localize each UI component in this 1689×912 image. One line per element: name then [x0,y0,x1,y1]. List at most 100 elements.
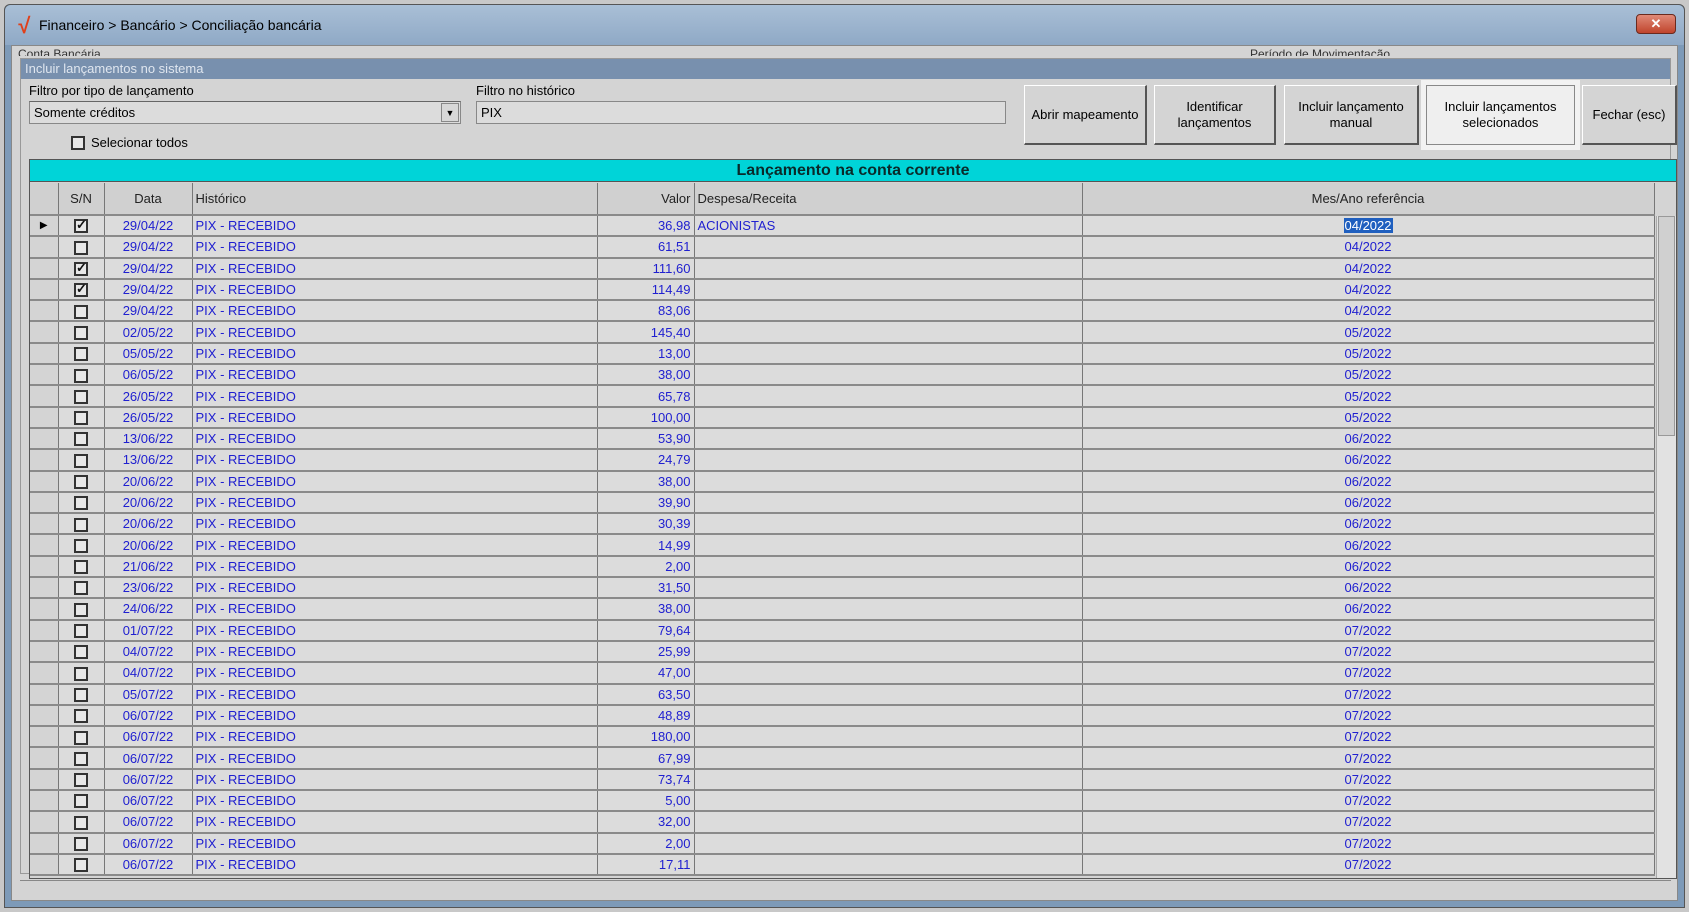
cell-mes-ano[interactable]: 07/2022 [1082,811,1655,834]
row-select-cell[interactable] [58,215,105,238]
cell-mes-ano[interactable]: 06/2022 [1082,427,1655,451]
identify-entries-button[interactable]: Identificar lançamentos [1154,85,1276,145]
cell-despesa-receita[interactable] [694,747,1083,770]
open-mapping-button[interactable]: Abrir mapeamento [1024,85,1147,145]
row-checkbox[interactable] [74,453,88,468]
cell-data[interactable]: 21/06/22 [104,555,193,579]
cell-historico[interactable]: PIX - RECEBIDO [192,683,598,706]
cell-data[interactable]: 29/04/22 [104,215,193,238]
row-checkbox[interactable] [74,794,88,809]
cell-historico[interactable]: PIX - RECEBIDO [192,534,598,557]
cell-historico[interactable]: PIX - RECEBIDO [192,406,598,429]
cell-data[interactable]: 06/07/22 [104,704,193,728]
cell-despesa-receita[interactable] [694,257,1083,280]
cell-mes-ano[interactable]: 06/2022 [1082,491,1655,515]
row-indicator[interactable] [30,853,59,877]
row-indicator[interactable] [30,704,59,728]
row-select-cell[interactable] [58,726,105,749]
cell-mes-ano[interactable]: 07/2022 [1082,683,1655,706]
cell-mes-ano[interactable]: 04/2022 [1082,278,1655,302]
table-row[interactable]: 29/04/22 PIX - RECEBIDO 111,60 04/2022 [30,257,1655,280]
include-selected-entries-button[interactable]: Incluir lançamentos selecionados [1421,80,1580,150]
cell-historico[interactable]: PIX - RECEBIDO [192,640,598,664]
row-checkbox[interactable] [74,709,88,724]
cell-valor[interactable]: 13,00 [597,342,695,366]
cell-valor[interactable]: 30,39 [597,513,695,536]
row-select-cell[interactable] [58,747,105,770]
cell-mes-ano[interactable]: 07/2022 [1082,790,1655,813]
table-row[interactable]: 06/07/22 PIX - RECEBIDO 180,00 07/2022 [30,726,1655,749]
row-checkbox[interactable] [74,624,88,639]
cell-historico[interactable]: PIX - RECEBIDO [192,704,598,728]
row-indicator[interactable] [30,278,59,302]
cell-valor[interactable]: 38,00 [597,470,695,493]
cell-historico[interactable]: PIX - RECEBIDO [192,321,598,344]
row-checkbox[interactable] [74,666,88,681]
row-checkbox[interactable] [74,730,88,745]
table-row[interactable]: 06/07/22 PIX - RECEBIDO 73,74 07/2022 [30,768,1655,792]
table-row[interactable]: 02/05/22 PIX - RECEBIDO 145,40 05/2022 [30,321,1655,344]
cell-valor[interactable]: 145,40 [597,321,695,344]
row-select-cell[interactable] [58,300,105,323]
cell-valor[interactable]: 2,00 [597,832,695,855]
row-indicator[interactable] [30,726,59,749]
row-indicator[interactable]: ▶ [30,215,59,238]
cell-mes-ano[interactable]: 07/2022 [1082,662,1655,685]
cell-despesa-receita[interactable] [694,491,1083,515]
cell-despesa-receita[interactable] [694,683,1083,706]
row-select-cell[interactable] [58,321,105,344]
row-checkbox[interactable] [74,347,88,362]
table-row[interactable]: 06/05/22 PIX - RECEBIDO 38,00 05/2022 [30,364,1655,387]
cell-mes-ano[interactable]: 05/2022 [1082,342,1655,366]
include-manual-entry-button[interactable]: Incluir lançamento manual [1284,85,1419,145]
cell-mes-ano[interactable]: 06/2022 [1082,470,1655,493]
row-indicator[interactable] [30,662,59,685]
table-row[interactable]: 04/07/22 PIX - RECEBIDO 47,00 07/2022 [30,662,1655,685]
row-indicator[interactable] [30,236,59,259]
cell-valor[interactable]: 79,64 [597,619,695,642]
row-indicator[interactable] [30,768,59,792]
cell-mes-ano[interactable]: 04/2022 [1082,215,1655,238]
cell-historico[interactable]: PIX - RECEBIDO [192,257,598,280]
row-indicator[interactable] [30,300,59,323]
cell-mes-ano[interactable]: 06/2022 [1082,449,1655,472]
cell-historico[interactable]: PIX - RECEBIDO [192,364,598,387]
row-select-cell[interactable] [58,364,105,387]
row-checkbox[interactable] [74,773,88,788]
cell-mes-ano[interactable]: 06/2022 [1082,513,1655,536]
table-row[interactable]: 01/07/22 PIX - RECEBIDO 79,64 07/2022 [30,619,1655,642]
row-select-cell[interactable] [58,662,105,685]
cell-historico[interactable]: PIX - RECEBIDO [192,555,598,579]
cell-historico[interactable]: PIX - RECEBIDO [192,278,598,302]
cell-mes-ano[interactable]: 06/2022 [1082,555,1655,579]
row-select-cell[interactable] [58,619,105,642]
row-select-cell[interactable] [58,768,105,792]
type-filter-select[interactable]: Somente créditos ▼ [29,101,461,124]
row-checkbox[interactable] [74,751,88,766]
table-row[interactable]: 26/05/22 PIX - RECEBIDO 65,78 05/2022 [30,385,1655,408]
cell-mes-ano[interactable]: 07/2022 [1082,726,1655,749]
cell-data[interactable]: 20/06/22 [104,470,193,493]
cell-historico[interactable]: PIX - RECEBIDO [192,491,598,515]
cell-valor[interactable]: 14,99 [597,534,695,557]
cell-valor[interactable]: 38,00 [597,364,695,387]
row-select-cell[interactable] [58,513,105,536]
cell-valor[interactable]: 100,00 [597,406,695,429]
table-row[interactable]: 26/05/22 PIX - RECEBIDO 100,00 05/2022 [30,406,1655,429]
row-checkbox[interactable] [74,538,88,553]
cell-data[interactable]: 13/06/22 [104,449,193,472]
header-despesa-receita[interactable]: Despesa/Receita [694,183,1083,216]
table-row[interactable]: 24/06/22 PIX - RECEBIDO 38,00 06/2022 [30,598,1655,621]
cell-mes-ano[interactable]: 05/2022 [1082,385,1655,408]
cell-despesa-receita[interactable] [694,513,1083,536]
cell-valor[interactable]: 47,00 [597,662,695,685]
cell-data[interactable]: 29/04/22 [104,236,193,259]
row-checkbox[interactable] [74,389,88,404]
cell-data[interactable]: 06/07/22 [104,768,193,792]
cell-despesa-receita[interactable] [694,321,1083,344]
row-checkbox[interactable] [74,432,88,447]
cell-despesa-receita[interactable] [694,619,1083,642]
table-row[interactable]: 06/07/22 PIX - RECEBIDO 2,00 07/2022 [30,832,1655,855]
cell-despesa-receita[interactable] [694,726,1083,749]
table-row[interactable]: ▶ 29/04/22 PIX - RECEBIDO 36,98 ACIONIST… [30,215,1655,238]
